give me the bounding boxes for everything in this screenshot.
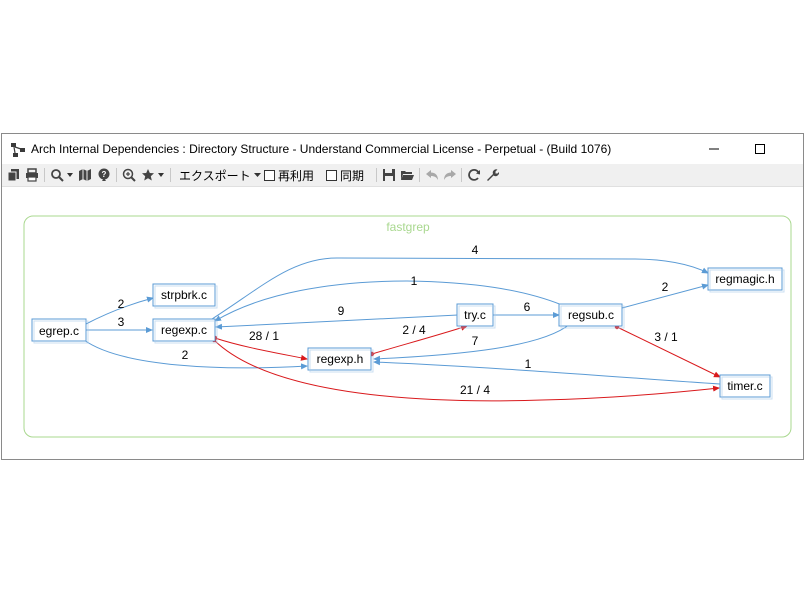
edge-label: 28 / 1 bbox=[249, 329, 279, 343]
graph-app-icon bbox=[10, 142, 26, 158]
sync-checkbox-box[interactable] bbox=[326, 169, 337, 181]
wrench-icon[interactable] bbox=[485, 167, 499, 183]
node-timer-c[interactable]: timer.c bbox=[719, 374, 773, 400]
toolbar: ? エクスポート 再利用 同期 bbox=[2, 164, 803, 187]
edge-label: 1 bbox=[411, 274, 418, 288]
edge-egrep-regexph bbox=[83, 339, 308, 370]
save-icon[interactable] bbox=[382, 167, 396, 183]
map-icon[interactable] bbox=[78, 167, 92, 183]
edge-label: 2 bbox=[662, 280, 669, 294]
node-try-c[interactable]: try.c bbox=[456, 303, 496, 329]
export-dropdown-icon[interactable] bbox=[253, 167, 262, 183]
sync-checkbox[interactable]: 同期 bbox=[326, 167, 364, 183]
node-label: try.c bbox=[464, 308, 486, 322]
window-title: Arch Internal Dependencies : Directory S… bbox=[31, 142, 612, 156]
minimize-button[interactable] bbox=[692, 137, 736, 161]
reuse-checkbox[interactable]: 再利用 bbox=[264, 167, 314, 183]
edge-label: 3 bbox=[118, 315, 125, 329]
graph-canvas: fastgrep 2 3 2 4 1 9 6 2 28 / 1 2 / 4 7 … bbox=[2, 187, 803, 459]
favorite-dropdown-icon[interactable] bbox=[157, 167, 165, 183]
help-icon[interactable]: ? bbox=[97, 167, 111, 183]
node-label: strpbrk.c bbox=[161, 288, 207, 302]
node-label: timer.c bbox=[727, 379, 762, 393]
node-label: regexp.c bbox=[161, 323, 207, 337]
search-dropdown-icon[interactable] bbox=[66, 167, 74, 183]
dependency-graph: fastgrep 2 3 2 4 1 9 6 2 28 / 1 2 / 4 7 … bbox=[23, 215, 792, 438]
open-folder-icon[interactable] bbox=[400, 167, 414, 183]
edge-label: 2 bbox=[118, 297, 125, 311]
node-regmagic-h[interactable]: regmagic.h bbox=[707, 267, 785, 293]
copy-icon[interactable] bbox=[7, 167, 21, 183]
group-fastgrep-label: fastgrep bbox=[386, 220, 430, 234]
maximize-button[interactable] bbox=[738, 137, 782, 161]
search-icon[interactable] bbox=[50, 167, 64, 183]
node-regexp-h[interactable]: regexp.h bbox=[307, 347, 374, 373]
node-strpbrk-c[interactable]: strpbrk.c bbox=[152, 283, 218, 309]
edge-label: 3 / 1 bbox=[654, 330, 678, 344]
undo-icon[interactable] bbox=[425, 167, 439, 183]
favorite-star-icon[interactable] bbox=[141, 167, 155, 183]
edge-label: 2 bbox=[182, 348, 189, 362]
redo-icon[interactable] bbox=[443, 167, 457, 183]
edge-label: 6 bbox=[524, 300, 531, 314]
edge-timer-regexph bbox=[373, 359, 721, 385]
print-icon[interactable] bbox=[25, 167, 39, 183]
reuse-checkbox-box[interactable] bbox=[264, 169, 275, 181]
export-menu[interactable]: エクスポート bbox=[179, 167, 251, 183]
node-egrep-c[interactable]: egrep.c bbox=[31, 318, 89, 344]
export-label: エクスポート bbox=[179, 168, 251, 183]
node-regsub-c[interactable]: regsub.c bbox=[558, 303, 625, 329]
svg-text:?: ? bbox=[102, 170, 107, 179]
edge-label: 2 / 4 bbox=[402, 323, 426, 337]
edge-label: 9 bbox=[338, 304, 345, 318]
edge-label: 21 / 4 bbox=[460, 383, 490, 397]
refresh-icon[interactable] bbox=[467, 167, 481, 183]
title-bar: Arch Internal Dependencies : Directory S… bbox=[2, 134, 803, 164]
node-label: regexp.h bbox=[317, 352, 364, 366]
node-label: regmagic.h bbox=[715, 272, 774, 286]
reuse-label: 再利用 bbox=[278, 168, 315, 183]
zoom-in-icon[interactable] bbox=[122, 167, 136, 183]
edge-label: 7 bbox=[472, 334, 479, 348]
node-label: regsub.c bbox=[568, 308, 614, 322]
app-window: Arch Internal Dependencies : Directory S… bbox=[1, 133, 804, 460]
edge-label: 4 bbox=[472, 243, 479, 257]
edge-label: 1 bbox=[525, 357, 532, 371]
node-regexp-c[interactable]: regexp.c bbox=[152, 318, 218, 344]
sync-label: 同期 bbox=[340, 168, 365, 183]
node-label: egrep.c bbox=[39, 324, 79, 338]
